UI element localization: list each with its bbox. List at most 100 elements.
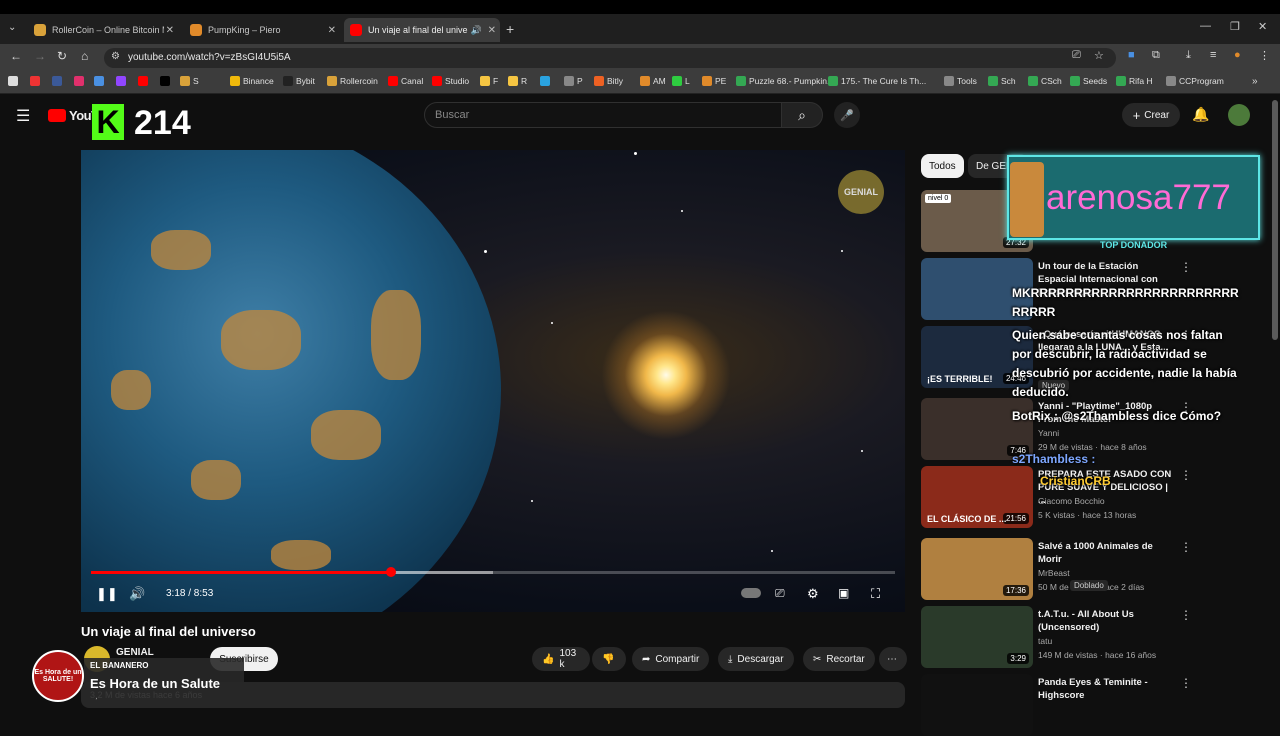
new-tab-button[interactable]: + [506,21,514,37]
bookmark-item[interactable] [540,76,553,86]
extension-icon[interactable]: ■ [1128,49,1135,61]
channel-watermark[interactable]: GENIAL [838,170,884,214]
more-actions-button[interactable]: ⋯ [879,647,907,671]
reload-icon[interactable]: ↻ [57,49,67,63]
voice-search-button[interactable]: 🎤 [834,102,860,128]
account-avatar[interactable] [1228,104,1250,126]
bookmark-item[interactable]: S [180,76,199,86]
tab-youtube-active[interactable]: Un viaje al final del universo 🔊 ✕ [344,18,500,42]
bookmark-item[interactable] [74,76,87,86]
dislike-button[interactable]: 👎 [592,647,626,671]
bookmark-item[interactable] [8,76,21,86]
bookmark-item[interactable]: Canal [388,76,423,86]
restore-icon[interactable]: ❐ [1230,20,1240,33]
channel-name[interactable]: GENIAL [116,647,154,658]
fullscreen-icon[interactable]: ⛶ [871,586,880,602]
bookmark-item[interactable] [160,76,173,86]
menu-icon[interactable]: ⋮ [1259,49,1270,62]
bookmark-item[interactable]: Tools [944,76,977,86]
bookmark-item[interactable]: 175.- The Cure Is Th... [828,76,926,86]
subtitles-icon[interactable]: ⎚ [775,586,785,601]
site-info-icon[interactable]: ⚙ [111,51,120,62]
bookmark-item[interactable]: Rifa H [1116,76,1153,86]
page-scrollbar[interactable] [1272,100,1278,340]
bookmark-item[interactable]: Binance [230,76,274,86]
bookmark-item[interactable]: Bitly [594,76,623,86]
forward-icon[interactable]: → [34,49,46,63]
more-options-icon[interactable]: ⋮ [1180,540,1192,554]
settings-gear-icon[interactable]: ⚙ [807,586,819,602]
bookmark-item[interactable]: AM [640,76,666,86]
tab-rollercoin[interactable]: RollerCoin – Online Bitcoin Mini ✕ [28,18,178,42]
back-icon[interactable]: ← [10,49,22,63]
more-bookmarks-icon[interactable]: » [1252,76,1258,87]
time-display: 3:18 / 8:53 [166,588,214,599]
bookmark-item[interactable]: Puzzle 68.- Pumpkin... [736,76,834,86]
bookmark-item[interactable]: CSch [1028,76,1062,86]
thumbnail-text: EL CLÁSICO DE ... [927,514,1007,524]
search-button[interactable]: ⌕ [781,102,823,128]
bookmark-item[interactable]: Studio [432,76,469,86]
media-icon[interactable]: ≡ [1210,49,1216,61]
bookmark-item[interactable]: R [508,76,527,86]
download-button[interactable]: ⤓ Descargar [718,647,794,671]
tab-search-icon[interactable]: ⌄ [8,22,16,33]
bookmark-item[interactable] [138,76,151,86]
video-thumbnail[interactable] [921,674,1033,736]
bookmark-star-icon[interactable]: ☆ [1094,49,1104,62]
more-options-icon[interactable]: ⋮ [1180,608,1192,622]
miniplayer-icon[interactable]: ▣ [838,586,849,600]
hamburger-menu-icon[interactable]: ☰ [16,106,30,126]
speaker-icon[interactable]: 🔊 [471,25,482,36]
close-window-icon[interactable]: ✕ [1258,20,1267,33]
search-input[interactable]: Buscar [424,102,782,128]
channel-name[interactable]: tatu [1038,636,1052,646]
bookmark-item[interactable]: L [672,76,690,86]
autoplay-toggle[interactable] [741,588,761,598]
video-thumbnail[interactable]: 21:56 EL CLÁSICO DE ... [921,466,1033,528]
bookmark-item[interactable]: Rollercoin [327,76,378,86]
channel-name[interactable]: MrBeast [1038,568,1070,578]
video-title[interactable]: Panda Eyes & Teminite - Highscore [1038,676,1178,702]
chip-todos[interactable]: Todos [921,154,964,178]
channel-name[interactable]: Yanni [1038,428,1059,438]
close-icon[interactable]: ✕ [166,25,174,36]
download-icon[interactable]: ⤓ [1186,49,1191,62]
bookmark-item[interactable]: Sch [988,76,1016,86]
install-icon[interactable]: ⎚ [1072,49,1081,62]
more-options-icon[interactable]: ⋮ [1180,468,1192,482]
channel-name[interactable]: Giacomo Bocchio [1038,496,1105,506]
video-player[interactable]: GENIAL ❚❚ 🔊 3:18 / 8:53 ⎚ ⚙ ▣ ⛶ [81,150,905,612]
bookmark-item[interactable] [94,76,107,86]
clip-button[interactable]: ✂ Recortar [803,647,875,671]
bookmark-item[interactable] [52,76,65,86]
notifications-bell-icon[interactable]: 🔔 [1192,106,1209,123]
video-title[interactable]: t.A.T.u. - All About Us (Uncensored) [1038,608,1178,634]
home-icon[interactable]: ⌂ [81,49,88,63]
minimize-icon[interactable]: — [1200,20,1211,32]
like-button[interactable]: 👍 103 k [532,647,590,671]
more-options-icon[interactable]: ⋮ [1180,676,1192,690]
video-thumbnail[interactable]: 17:36 [921,538,1033,600]
progress-bar[interactable] [91,567,895,577]
close-icon[interactable]: ✕ [328,25,336,36]
video-thumbnail[interactable]: 3:29 [921,606,1033,668]
puzzle-icon[interactable]: ⧉ [1152,49,1160,62]
bookmark-item[interactable]: Bybit [283,76,315,86]
more-options-icon[interactable]: ⋮ [1180,260,1192,274]
pause-icon[interactable]: ❚❚ [96,586,118,602]
bookmark-item[interactable]: Seeds [1070,76,1107,86]
profile-icon[interactable]: ● [1234,49,1241,61]
bookmark-item[interactable]: P [564,76,583,86]
bookmark-item[interactable]: CCProgram [1166,76,1224,86]
video-title[interactable]: Salvé a 1000 Animales de Morir [1038,540,1178,566]
bookmark-item[interactable]: F [480,76,498,86]
bookmark-item[interactable] [116,76,129,86]
share-button[interactable]: ➦ Compartir [632,647,710,671]
volume-icon[interactable]: 🔊 [129,586,145,602]
close-icon[interactable]: ✕ [488,25,496,36]
bookmark-item[interactable]: PE [702,76,726,86]
bookmark-item[interactable] [30,76,43,86]
tab-pumpking[interactable]: PumpKing – Piero ✕ [184,18,340,42]
create-button[interactable]: + Crear [1122,103,1180,127]
